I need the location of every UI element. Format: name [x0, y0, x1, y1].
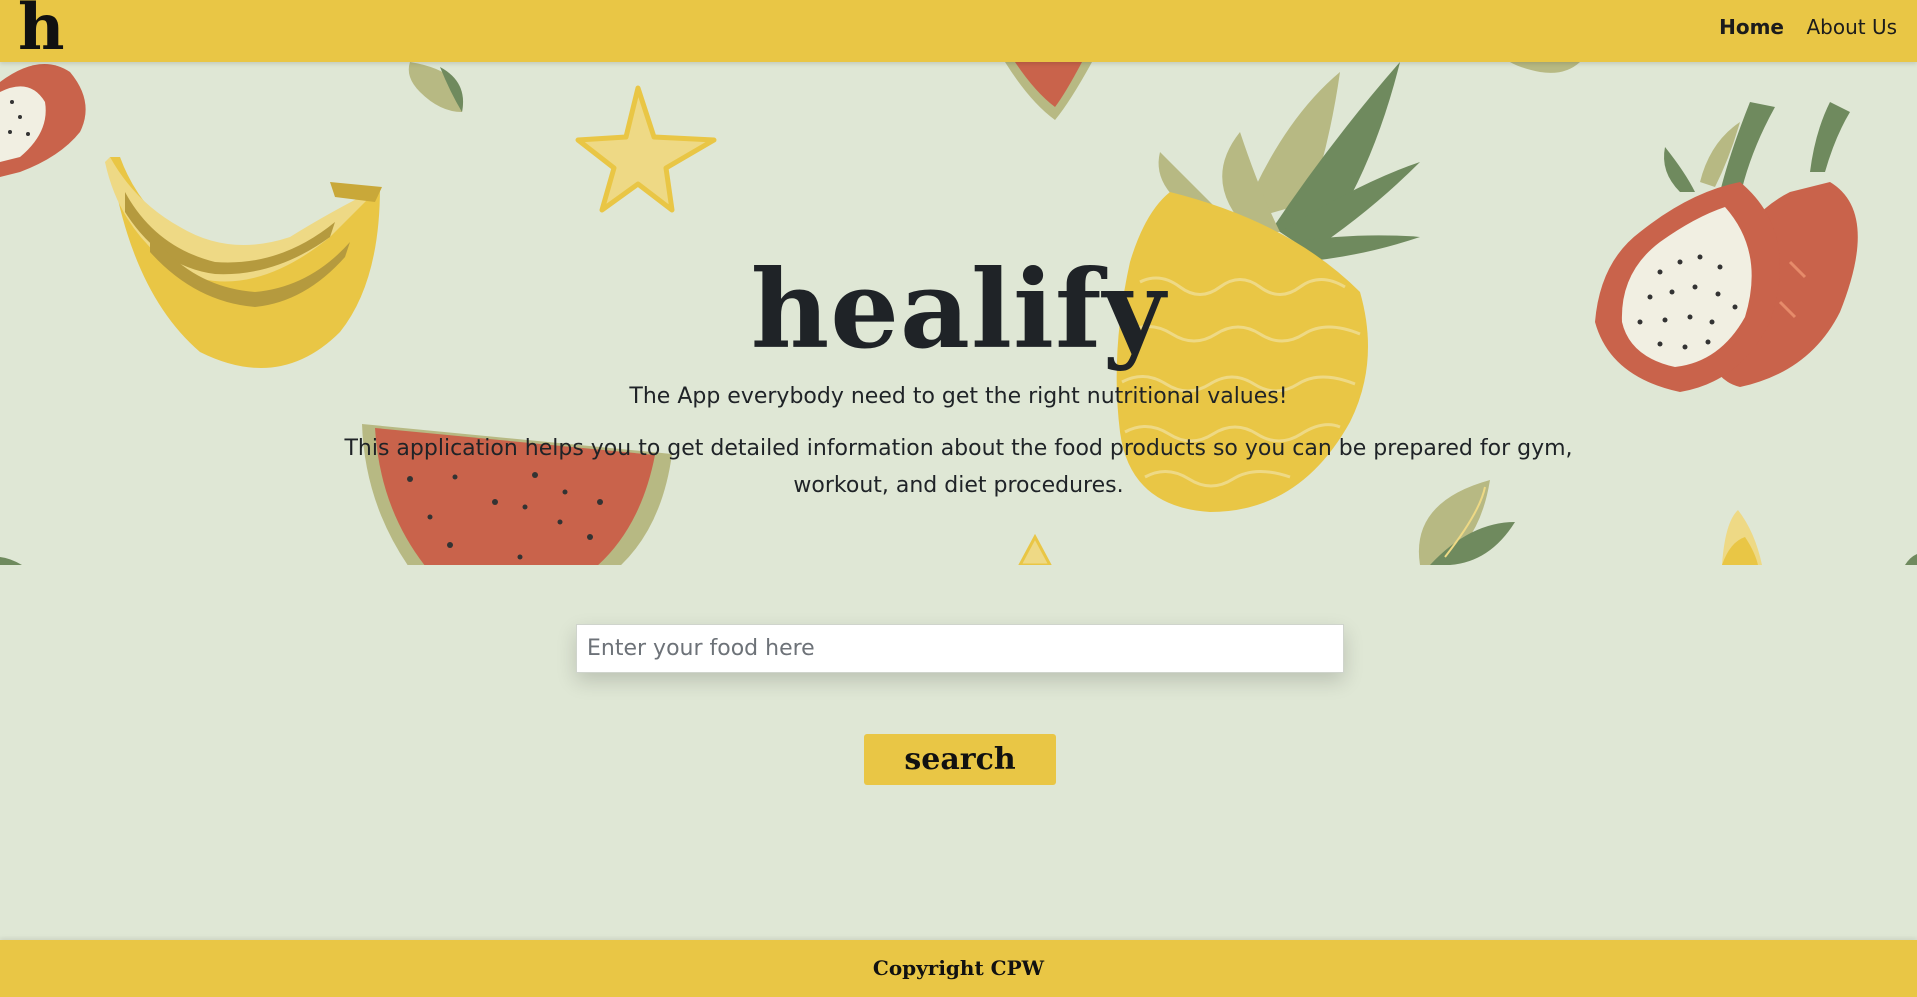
nav-link-home[interactable]: Home	[1719, 15, 1784, 39]
navbar: h Home About Us	[0, 0, 1917, 62]
copyright-text: Copyright CPW	[872, 956, 1045, 980]
food-search-input[interactable]	[576, 624, 1344, 673]
search-button[interactable]: search	[864, 734, 1056, 785]
hero-section: healify The App everybody need to get th…	[0, 62, 1917, 565]
footer: Copyright CPW	[0, 940, 1917, 997]
app-tagline: The App everybody need to get the right …	[629, 384, 1288, 409]
nav-link-about-us[interactable]: About Us	[1806, 15, 1897, 39]
brand-logo[interactable]: h	[18, 0, 65, 62]
app-title: healify	[750, 247, 1167, 373]
app-description: This application helps you to get detail…	[344, 436, 1573, 498]
